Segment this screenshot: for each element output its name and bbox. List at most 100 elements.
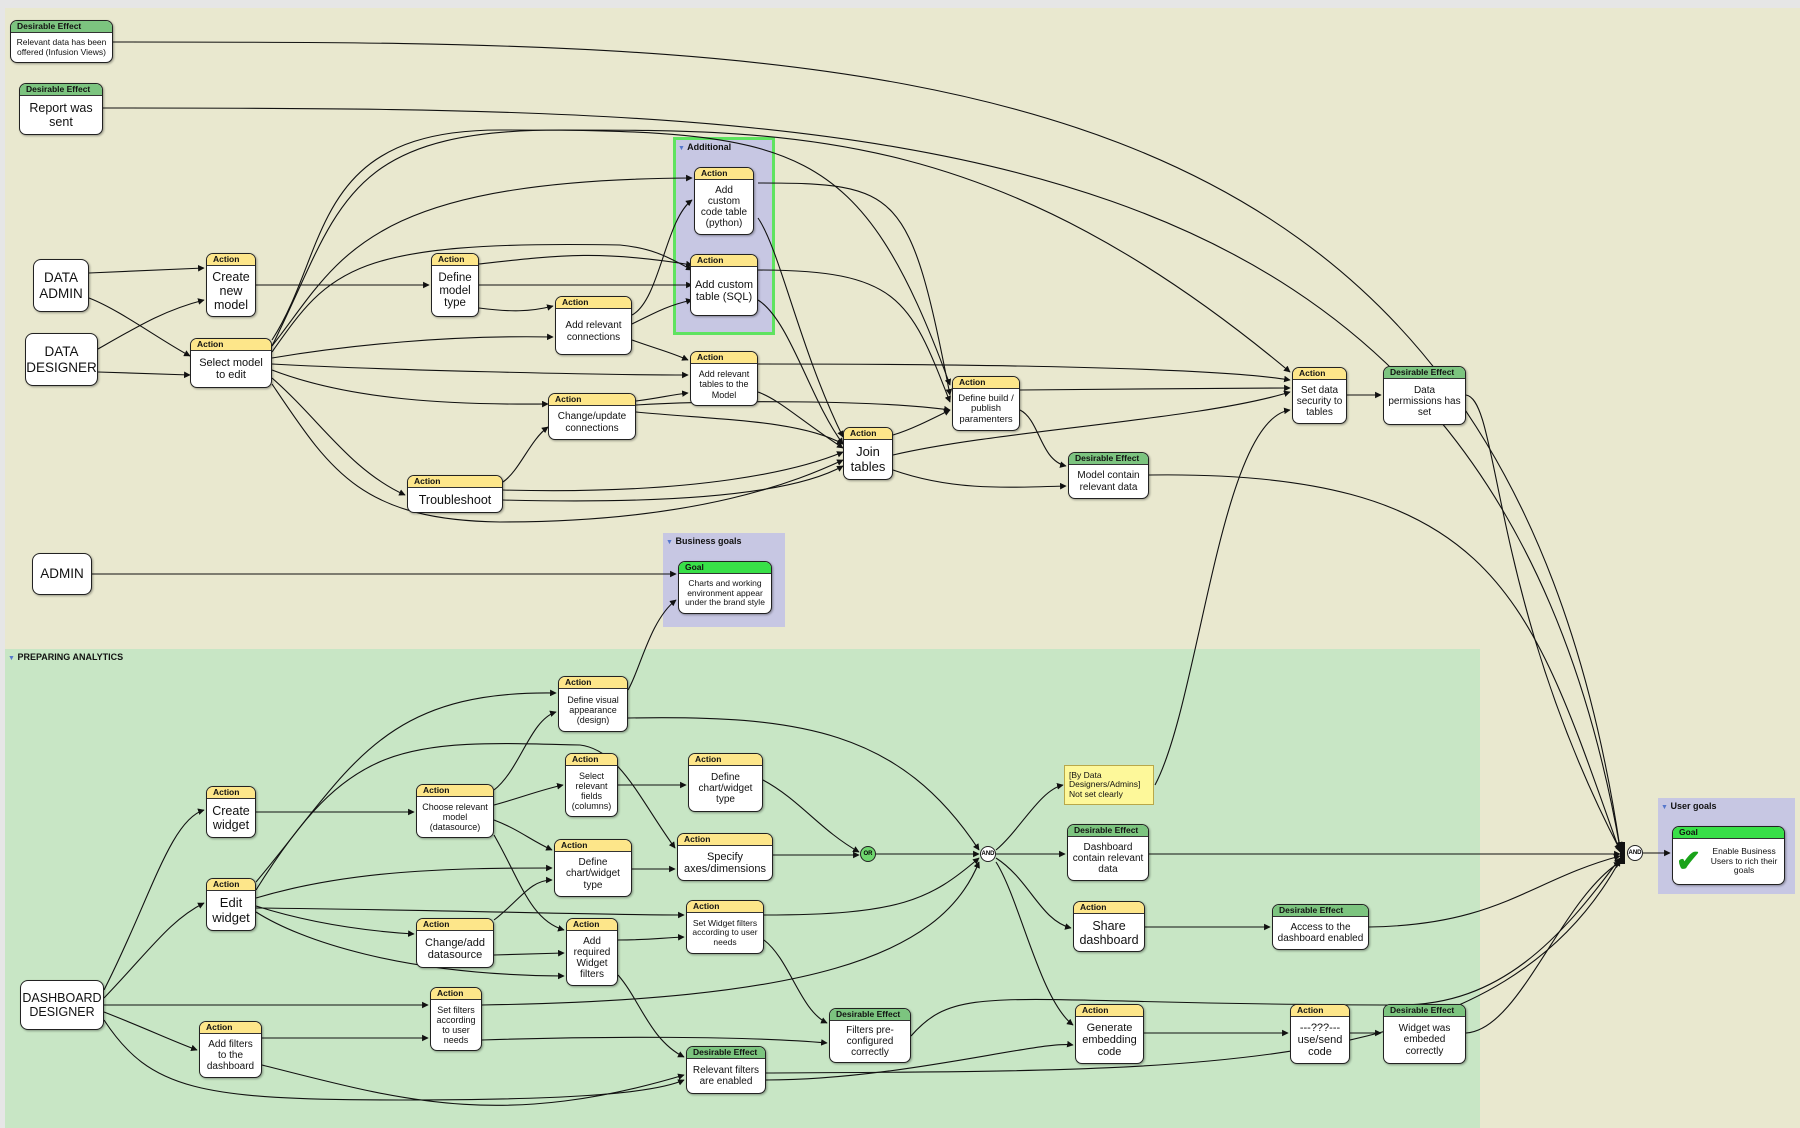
action-define-model-type[interactable]: Action Define model type xyxy=(431,253,479,317)
action-define-chart-widget-type-1[interactable]: Action Define chart/widget type xyxy=(688,753,763,812)
node-text: Troubleshoot xyxy=(418,493,492,507)
node-header: Action xyxy=(200,1022,261,1034)
node-header: Action xyxy=(678,834,772,846)
action-add-relevant-tables[interactable]: Action Add relevant tables to the Model xyxy=(690,351,758,406)
node-header: Action xyxy=(555,840,631,852)
node-text: Change/add datasource xyxy=(425,936,485,961)
node-text: Enable Business Users to rich their goal… xyxy=(1710,846,1778,876)
node-header: Desirable Effect xyxy=(830,1009,910,1021)
actor-admin[interactable]: ADMIN xyxy=(32,553,92,595)
node-text: Define chart/widget type xyxy=(698,771,753,806)
node-text: DATA ADMIN xyxy=(39,269,83,301)
action-change-add-datasource[interactable]: Action Change/add datasource xyxy=(416,918,494,968)
action-define-build-publish[interactable]: Action Define build / publish paramenter… xyxy=(952,376,1020,431)
node-header: Action xyxy=(1293,368,1346,380)
note-not-set-clearly[interactable]: [By Data Designers/Admins] Not set clear… xyxy=(1064,765,1154,805)
action-define-chart-widget-type-2[interactable]: Action Define chart/widget type xyxy=(554,839,632,897)
node-header: Action xyxy=(687,901,763,913)
goal-enable-business-users[interactable]: Goal ✔ Enable Business Users to rich the… xyxy=(1672,826,1785,885)
effect-infusion-views[interactable]: Desirable Effect Relevant data has been … xyxy=(10,20,113,63)
node-text: Relevant filters are enabled xyxy=(692,1064,760,1087)
action-select-relevant-fields[interactable]: Action Select relevant fields (columns) xyxy=(565,753,618,817)
node-text: Set Widget filters according to user nee… xyxy=(692,917,758,947)
node-header: Action xyxy=(207,787,255,799)
action-define-visual-appearance[interactable]: Action Define visual appearance (design) xyxy=(558,676,628,732)
effect-dashboard-contain-data[interactable]: Desirable Effect Dashboard contain relev… xyxy=(1067,824,1149,881)
action-generate-embedding-code[interactable]: Action Generate embedding code xyxy=(1075,1004,1144,1064)
effect-access-dashboard[interactable]: Desirable Effect Access to the dashboard… xyxy=(1272,904,1369,950)
node-text: Add custom table (SQL) xyxy=(694,278,754,303)
node-header: Desirable Effect xyxy=(1068,825,1148,837)
node-text: Add filters to the dashboard xyxy=(206,1038,255,1073)
action-choose-relevant-model[interactable]: Action Choose relevant model (datasource… xyxy=(416,784,494,838)
node-text: Define build / publish paramenters xyxy=(958,392,1014,425)
node-text: Charts and working environment appear un… xyxy=(685,578,765,608)
effect-report-sent[interactable]: Desirable Effect Report was sent xyxy=(19,83,103,135)
node-header: Action xyxy=(1076,1005,1143,1017)
node-text: Set data security to tables xyxy=(1296,384,1343,419)
node-header: Action xyxy=(207,254,255,266)
node-text: Relevant data has been offered (Infusion… xyxy=(16,36,107,57)
action-select-model[interactable]: Action Select model to edit xyxy=(190,338,272,388)
node-header: Desirable Effect xyxy=(1384,367,1465,379)
effect-filters-preconfigured[interactable]: Desirable Effect Filters pre-configured … xyxy=(829,1008,911,1063)
effect-model-contain-data[interactable]: Desirable Effect Model contain relevant … xyxy=(1068,452,1149,499)
node-text: Create widget xyxy=(212,804,250,832)
node-header: Action xyxy=(691,352,757,364)
node-header: Action xyxy=(432,254,478,266)
node-text: [By Data Designers/Admins] Not set clear… xyxy=(1069,769,1141,799)
action-troubleshoot[interactable]: Action Troubleshoot xyxy=(407,475,503,513)
node-header: Action xyxy=(556,297,631,309)
action-change-update-connections[interactable]: Action Change/update connections xyxy=(548,393,636,440)
action-add-custom-code-table[interactable]: Action Add custom code table (python) xyxy=(694,167,754,235)
node-text: Edit widget xyxy=(212,894,250,925)
node-text: Model contain relevant data xyxy=(1077,470,1140,493)
action-edit-widget[interactable]: Action Edit widget xyxy=(206,878,256,931)
node-text: Define model type xyxy=(438,271,472,310)
action-create-widget[interactable]: Action Create widget xyxy=(206,786,256,838)
check-icon: ✔ xyxy=(1676,844,1702,878)
actor-data-admin[interactable]: DATA ADMIN xyxy=(33,259,89,312)
node-header: Action xyxy=(689,754,762,766)
and-gate: AND xyxy=(980,846,996,862)
node-text: Access to the dashboard enabled xyxy=(1277,921,1364,944)
node-text: ---???--- use/send code xyxy=(1297,1021,1343,1059)
node-text: Select model to edit xyxy=(199,356,263,381)
node-text: Specify axes/dimensions xyxy=(684,850,766,875)
action-add-relevant-connections[interactable]: Action Add relevant connections xyxy=(555,296,632,355)
action-create-new-model[interactable]: Action Create new model xyxy=(206,253,256,317)
node-header: Desirable Effect xyxy=(1273,905,1368,917)
node-header: Action xyxy=(431,988,481,1000)
action-add-required-widget-filters[interactable]: Action Add required Widget filters xyxy=(566,918,618,986)
actor-data-designer[interactable]: DATA DESIGNER xyxy=(25,333,98,386)
node-text: Select relevant fields (columns) xyxy=(571,770,612,812)
node-text: DASHBOARD DESIGNER xyxy=(22,990,102,1019)
action-specify-axes[interactable]: Action Specify axes/dimensions xyxy=(677,833,773,881)
node-header: Action xyxy=(567,919,617,931)
node-header: Goal xyxy=(1673,827,1784,839)
node-text: Define visual appearance (design) xyxy=(567,694,619,726)
node-text: Generate embedding code xyxy=(1082,1021,1137,1059)
action-share-dashboard[interactable]: Action Share dashboard xyxy=(1073,901,1145,952)
goal-brand-style[interactable]: Goal Charts and working environment appe… xyxy=(678,561,772,614)
node-header: Action xyxy=(417,919,493,931)
action-use-send-code[interactable]: Action ---???--- use/send code xyxy=(1290,1004,1350,1064)
action-add-custom-table-sql[interactable]: Action Add custom table (SQL) xyxy=(690,254,758,316)
node-header: Desirable Effect xyxy=(1384,1005,1465,1017)
effect-relevant-filters-enabled[interactable]: Desirable Effect Relevant filters are en… xyxy=(686,1046,766,1094)
node-header: Action xyxy=(1074,902,1144,914)
action-set-widget-filters[interactable]: Action Set Widget filters according to u… xyxy=(686,900,764,954)
node-text: Change/update connections xyxy=(557,411,627,434)
action-add-filters-dashboard[interactable]: Action Add filters to the dashboard xyxy=(199,1021,262,1078)
effect-widget-embedded[interactable]: Desirable Effect Widget was embeded corr… xyxy=(1383,1004,1466,1064)
node-text: Share dashboard xyxy=(1079,918,1139,947)
action-set-data-security[interactable]: Action Set data security to tables xyxy=(1292,367,1347,424)
node-header: Desirable Effect xyxy=(11,21,112,33)
node-text: Create new model xyxy=(212,270,250,312)
actor-dashboard-designer[interactable]: DASHBOARD DESIGNER xyxy=(20,980,104,1030)
action-join-tables[interactable]: Action Join tables xyxy=(843,427,893,480)
action-set-filters[interactable]: Action Set filters according to user nee… xyxy=(430,987,482,1051)
node-text: Add custom code table (python) xyxy=(700,184,748,230)
effect-data-permissions[interactable]: Desirable Effect Data permissions has se… xyxy=(1383,366,1466,425)
diagram-canvas: ▼ PREPARING ANALYTICS ▼ Additional ▼ Bus… xyxy=(0,0,1800,1128)
